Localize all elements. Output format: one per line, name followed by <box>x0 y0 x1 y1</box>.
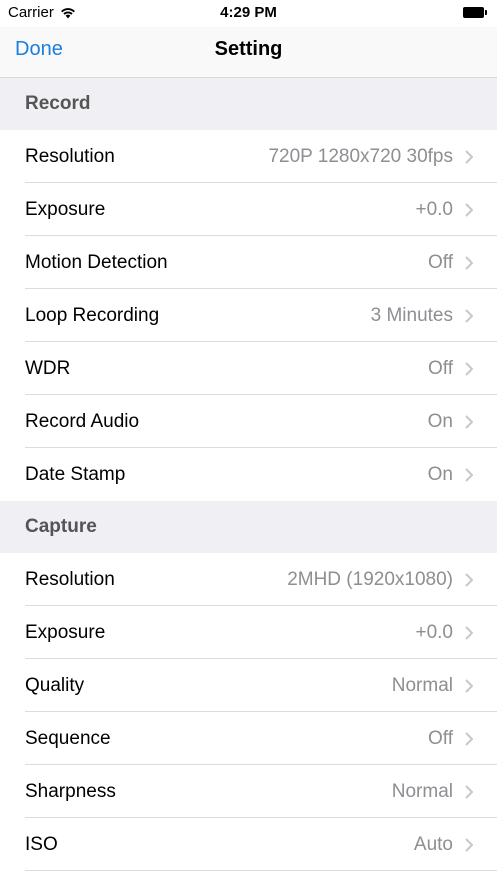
row-label: Exposure <box>25 621 106 643</box>
record-loop-recording-row[interactable]: Loop Recording 3 Minutes <box>0 289 497 342</box>
chevron-right-icon <box>465 202 473 217</box>
capture-quality-row[interactable]: Quality Normal <box>0 659 497 712</box>
record-audio-row[interactable]: Record Audio On <box>0 395 497 448</box>
row-label: ISO <box>25 833 58 855</box>
row-value: 2MHD (1920x1080) <box>287 568 453 590</box>
row-value: +0.0 <box>415 198 453 220</box>
row-label: Date Stamp <box>25 463 126 485</box>
chevron-right-icon <box>465 361 473 376</box>
chevron-right-icon <box>465 255 473 270</box>
record-wdr-row[interactable]: WDR Off <box>0 342 497 395</box>
row-label: Sequence <box>25 727 111 749</box>
row-value: +0.0 <box>415 621 453 643</box>
row-value: Normal <box>391 780 453 802</box>
status-time: 4:29 PM <box>220 4 277 21</box>
record-exposure-row[interactable]: Exposure +0.0 <box>0 183 497 236</box>
row-label: Record Audio <box>25 410 140 432</box>
chevron-right-icon <box>465 149 473 164</box>
row-label: Exposure <box>25 198 106 220</box>
chevron-right-icon <box>465 784 473 799</box>
record-date-stamp-row[interactable]: Date Stamp On <box>0 448 497 501</box>
chevron-right-icon <box>465 572 473 587</box>
row-label: Resolution <box>25 145 115 167</box>
row-value: Off <box>428 251 453 273</box>
section-header-record: Record <box>0 78 497 130</box>
navigation-bar: Done Setting <box>0 27 497 78</box>
row-value: On <box>427 410 453 432</box>
chevron-right-icon <box>465 731 473 746</box>
page-title: Setting <box>214 38 283 60</box>
chevron-right-icon <box>465 837 473 852</box>
record-resolution-row[interactable]: Resolution 720P 1280x720 30fps <box>0 130 497 183</box>
capture-sharpness-row[interactable]: Sharpness Normal <box>0 765 497 818</box>
row-label: Quality <box>25 674 85 696</box>
settings-list: Record Resolution 720P 1280x720 30fps Ex… <box>0 78 497 871</box>
chevron-right-icon <box>465 625 473 640</box>
record-motion-detection-row[interactable]: Motion Detection Off <box>0 236 497 289</box>
status-bar: Carrier 4:29 PM <box>0 0 497 27</box>
row-label: WDR <box>25 357 71 379</box>
row-value: Auto <box>413 833 453 855</box>
row-value: 3 Minutes <box>370 304 453 326</box>
row-value: 720P 1280x720 30fps <box>268 145 453 167</box>
chevron-right-icon <box>465 678 473 693</box>
capture-resolution-row[interactable]: Resolution 2MHD (1920x1080) <box>0 553 497 606</box>
row-label: Sharpness <box>25 780 116 802</box>
capture-exposure-row[interactable]: Exposure +0.0 <box>0 606 497 659</box>
section-header-capture: Capture <box>0 501 497 553</box>
row-value: Normal <box>391 674 453 696</box>
row-value: Off <box>428 727 453 749</box>
row-label: Loop Recording <box>25 304 160 326</box>
chevron-right-icon <box>465 467 473 482</box>
row-label: Resolution <box>25 568 115 590</box>
row-value: On <box>427 463 453 485</box>
capture-sequence-row[interactable]: Sequence Off <box>0 712 497 765</box>
chevron-right-icon <box>465 414 473 429</box>
chevron-right-icon <box>465 308 473 323</box>
battery-icon <box>463 7 487 18</box>
capture-iso-row[interactable]: ISO Auto <box>0 818 497 871</box>
row-value: Off <box>428 357 453 379</box>
row-label: Motion Detection <box>25 251 168 273</box>
